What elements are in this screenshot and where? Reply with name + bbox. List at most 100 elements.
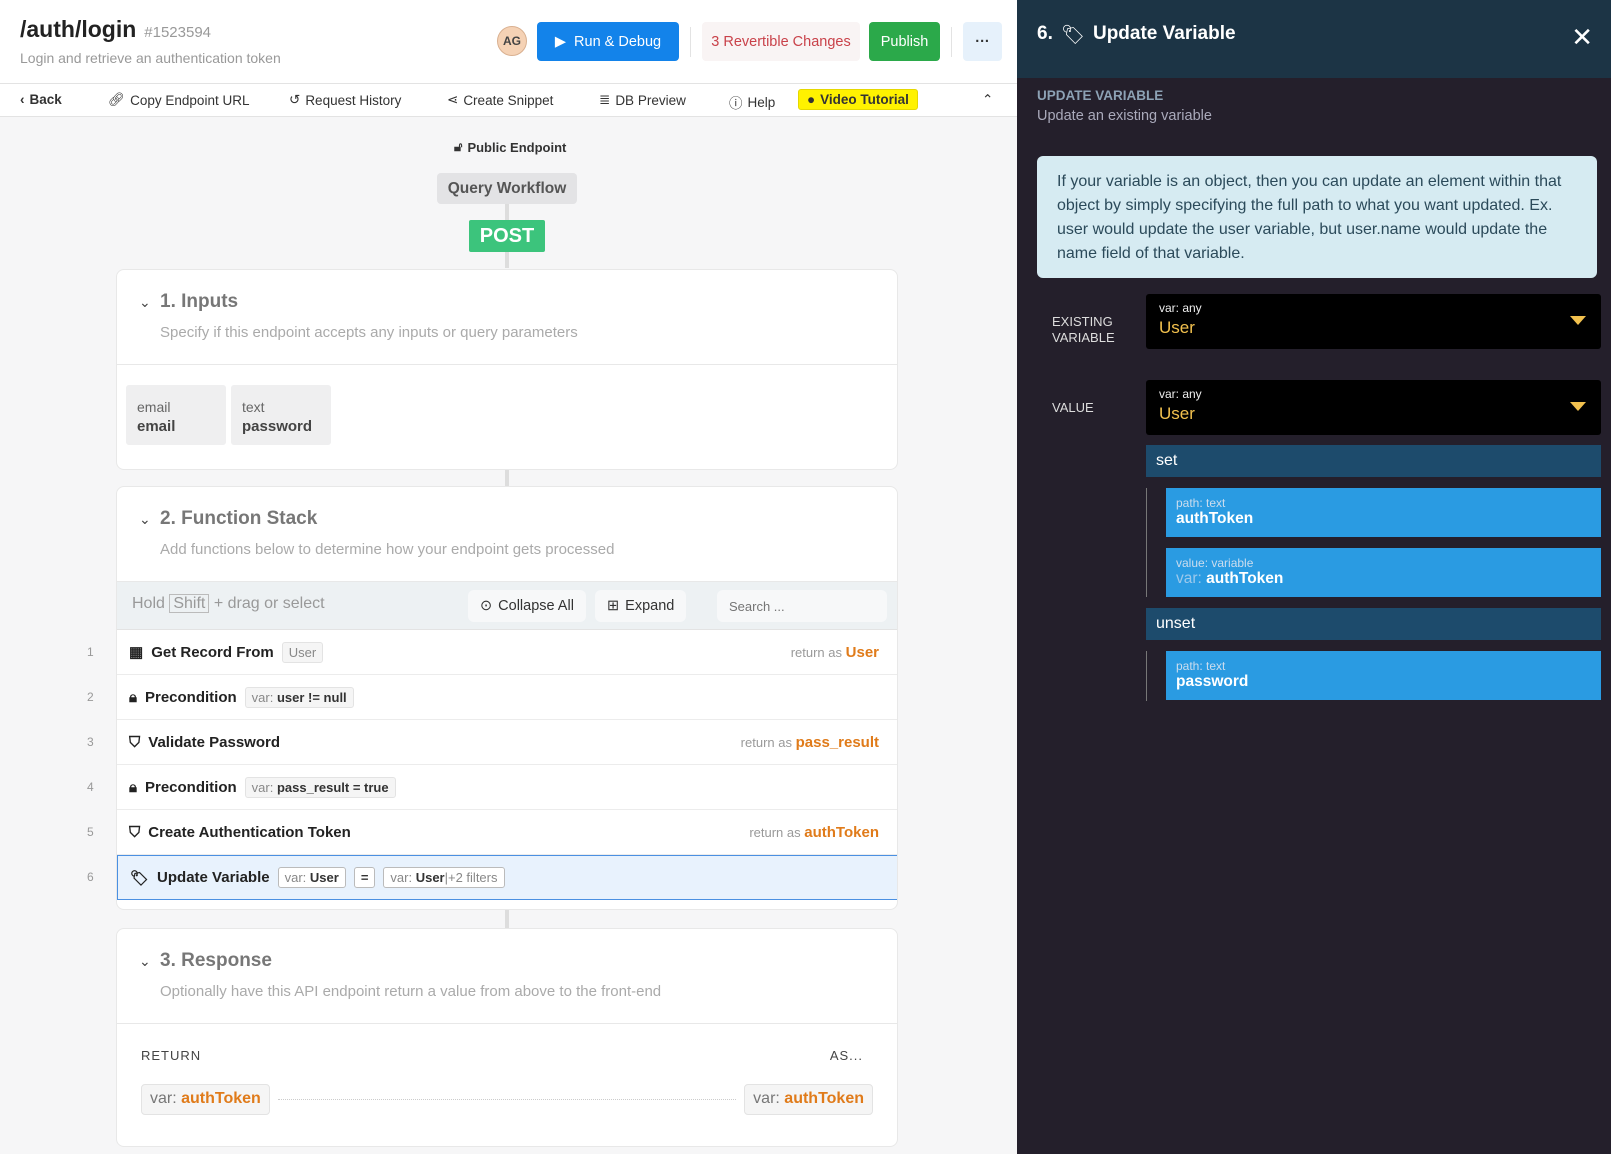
set-value-item[interactable]: value: variable var: authToken	[1166, 548, 1601, 597]
existing-variable-label: EXISTING VARIABLE	[1052, 314, 1115, 345]
value-dropdown[interactable]: var: any User	[1146, 380, 1601, 435]
existing-variable-dropdown[interactable]: var: any User	[1146, 294, 1601, 349]
side-panel: 6. 🏷︎ Update Variable ✕ UPDATE VARIABLE Up…	[1017, 0, 1611, 1154]
divider	[951, 27, 952, 57]
set-path-item[interactable]: path: text authToken	[1166, 488, 1601, 537]
caret-down-icon	[1570, 316, 1586, 325]
expand-button[interactable]: ⊞ Expand	[595, 590, 687, 622]
chevron-down-icon[interactable]: ⌄	[139, 953, 151, 970]
shield-check-icon: ⛉	[129, 823, 141, 841]
input-item-email[interactable]: email email	[126, 385, 226, 445]
connector-line	[278, 1099, 736, 1100]
history-icon: ↺	[289, 92, 301, 107]
function-name: Precondition	[144, 688, 237, 706]
input-item-password[interactable]: text password	[231, 385, 331, 445]
function-name: Update Variable	[157, 869, 270, 886]
workflow-canvas: /auth/login #1523594 Login and retrieve a…	[0, 0, 1017, 1154]
caret-down-icon	[1570, 402, 1586, 411]
collapse-icon: ⊙	[480, 598, 493, 614]
avatar[interactable]: AG	[497, 26, 527, 56]
lock-icon: 🔒︎	[129, 688, 137, 706]
section-title: 3. Response	[160, 950, 272, 971]
header: /auth/login #1523594 Login and retrieve a…	[0, 0, 1017, 84]
snippet-label: Create Snippet	[463, 92, 554, 108]
tree-line	[1146, 651, 1147, 701]
database-icon: ≣	[599, 92, 611, 107]
publish-button[interactable]: Publish	[869, 22, 940, 61]
tag-icon: 🏷︎	[1060, 25, 1085, 46]
chevron-down-icon[interactable]: ⌄	[139, 511, 151, 528]
back-button[interactable]: ‹ Back	[20, 92, 62, 107]
db-preview-label: DB Preview	[615, 92, 686, 108]
as-value[interactable]: var: authToken	[744, 1084, 873, 1115]
method-badge: POST	[469, 220, 545, 252]
function-row-selected[interactable]: 🏷︎ Update Variable var: User = var: User|+2 …	[117, 855, 897, 900]
table-icon: ▦	[129, 644, 144, 661]
function-row[interactable]: 🔒︎ Precondition var: user != null	[117, 675, 897, 720]
return-var: pass_result	[795, 733, 879, 751]
equals-tag: =	[353, 867, 376, 888]
function-row[interactable]: ⛉ Create Authentication Token return as au…	[117, 810, 897, 855]
drag-hint: Hold Shift + drag or select	[132, 594, 325, 613]
info-box: If your variable is an object, then you …	[1037, 156, 1597, 278]
history-label: Request History	[305, 92, 402, 108]
input-name: email	[137, 418, 176, 435]
revertible-changes-button[interactable]: 3 Revertible Changes	[702, 22, 860, 61]
chevron-left-icon: ‹	[20, 92, 25, 107]
value-label: VALUE	[1052, 400, 1094, 415]
unset-path-item[interactable]: path: text password	[1166, 651, 1601, 700]
function-name: Get Record From	[151, 643, 274, 661]
create-snippet-button[interactable]: ⋖ Create Snippet	[447, 92, 553, 108]
video-tutorial-button[interactable]: ● Video Tutorial	[798, 89, 918, 110]
row-number: 5	[87, 825, 94, 839]
set-filter-header[interactable]: set	[1146, 445, 1601, 477]
chevron-down-icon[interactable]: ⌄	[139, 294, 151, 311]
tag-icon: 🏷︎	[130, 869, 150, 887]
collapse-label: Collapse All	[498, 598, 574, 614]
more-button[interactable]: ···	[963, 22, 1002, 61]
section-desc: Add functions below to determine how you…	[160, 541, 615, 558]
response-section: ⌄ 3. Response Optionally have this API end…	[116, 928, 898, 1147]
row-number: 6	[87, 870, 94, 884]
as-label: AS...	[829, 1048, 863, 1063]
row-number: 2	[87, 690, 94, 704]
input-type: email	[137, 399, 171, 415]
row-number: 3	[87, 735, 94, 749]
function-row[interactable]: ⛉ Validate Password return as pass_result	[117, 720, 897, 765]
function-row[interactable]: 🔒︎ Precondition var: pass_result = true	[117, 765, 897, 810]
function-row[interactable]: ▦ Get Record From User return as User	[117, 630, 897, 675]
video-label: Video Tutorial	[820, 92, 909, 107]
divider	[690, 27, 691, 57]
function-tag: var: User	[277, 867, 346, 888]
close-icon[interactable]: ✕	[1571, 22, 1593, 53]
expand-label: Expand	[625, 598, 675, 614]
stack-toolbar: Hold Shift + drag or select ⊙ Collapse Al…	[117, 582, 897, 630]
row-number: 4	[87, 780, 94, 794]
collapse-all-button[interactable]: ⊙ Collapse All	[468, 590, 586, 622]
function-tag: User	[281, 641, 324, 663]
help-button[interactable]: ⓘ Help	[729, 92, 775, 112]
run-debug-button[interactable]: ▶ Run & Debug	[537, 22, 679, 61]
input-type: text	[242, 399, 265, 415]
unlock-icon: 🔓︎	[454, 139, 463, 154]
copy-endpoint-url-button[interactable]: 🔗︎ Copy Endpoint URL	[108, 92, 249, 108]
request-history-button[interactable]: ↺ Request History	[289, 92, 401, 108]
return-var: User	[845, 643, 879, 661]
section-desc: Optionally have this API endpoint return…	[160, 983, 662, 1000]
page-subtitle: Login and retrieve an authentication tok…	[20, 50, 281, 66]
collapse-toolbar-icon[interactable]: ⌃	[982, 92, 993, 108]
search-input[interactable]	[717, 590, 887, 622]
function-tag: var: pass_result = true	[244, 776, 396, 798]
return-value[interactable]: var: authToken	[141, 1084, 270, 1115]
connector	[505, 470, 509, 486]
toolbar: ‹ Back 🔗︎ Copy Endpoint URL ↺ Request Histo…	[0, 84, 1017, 117]
shield-check-icon: ⛉	[129, 733, 141, 751]
db-preview-button[interactable]: ≣ DB Preview	[599, 92, 686, 108]
play-circle-icon: ●	[807, 92, 816, 107]
section-title: 1. Inputs	[160, 291, 239, 312]
link-icon: 🔗︎	[108, 92, 126, 107]
run-label: Run & Debug	[574, 33, 662, 50]
back-label: Back	[29, 92, 62, 107]
function-stack-section: ⌄ 2. Function Stack Add functions below to…	[116, 486, 898, 910]
unset-filter-header[interactable]: unset	[1146, 608, 1601, 640]
